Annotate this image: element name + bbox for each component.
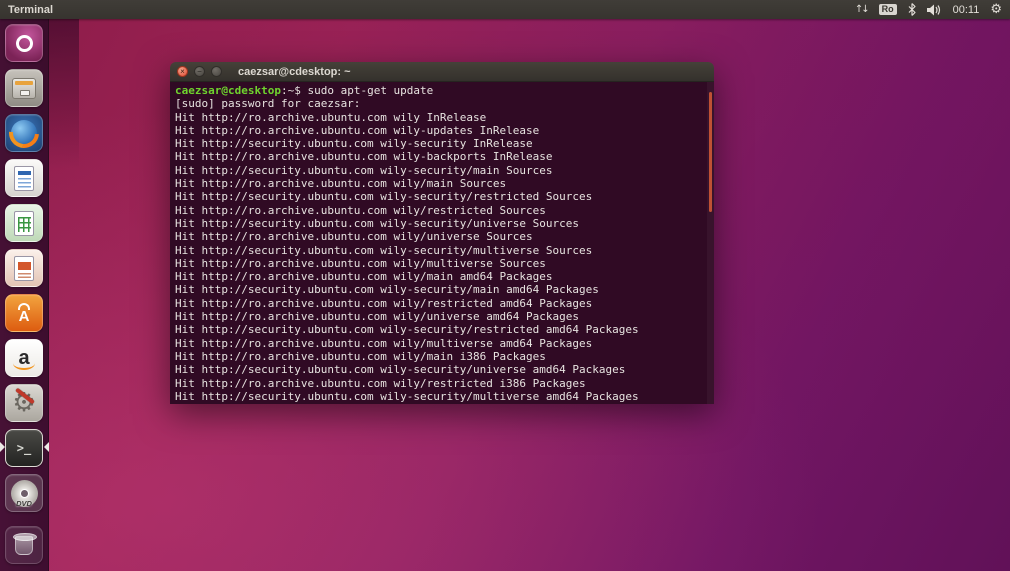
- close-button[interactable]: ×: [177, 66, 188, 77]
- maximize-button[interactable]: [211, 66, 222, 77]
- terminal-output-line: Hit http://security.ubuntu.com wily-secu…: [175, 190, 709, 203]
- terminal-body[interactable]: caezsar@cdesktop:~$ sudo apt-get update …: [170, 82, 714, 404]
- terminal-window: × − caezsar@cdesktop: ~ caezsar@cdesktop…: [170, 62, 714, 404]
- terminal-output-line: Hit http://ro.archive.ubuntu.com wily/ma…: [175, 177, 709, 190]
- terminal-icon: >_: [5, 429, 43, 467]
- focused-indicator-arrow: [44, 442, 49, 452]
- terminal-output-line: Hit http://security.ubuntu.com wily-secu…: [175, 164, 709, 177]
- launcher-item-libreoffice-impress[interactable]: [0, 248, 49, 288]
- launcher-item-system-settings[interactable]: ⚙: [0, 383, 49, 423]
- terminal-output-line: Hit http://security.ubuntu.com wily-secu…: [175, 363, 709, 376]
- system-tray: ↑↓ Ro 00:11 ⚙: [855, 3, 1002, 16]
- unity-launcher: A a ⚙ >_ DVD: [0, 19, 49, 571]
- clock[interactable]: 00:11: [953, 4, 980, 16]
- terminal-output-line: Hit http://ro.archive.ubuntu.com wily/un…: [175, 310, 709, 323]
- wallpaper-facet: [49, 19, 79, 169]
- terminal-output-line: Hit http://security.ubuntu.com wily-secu…: [175, 137, 709, 150]
- system-settings-icon: ⚙: [5, 384, 43, 422]
- launcher-item-libreoffice-calc[interactable]: [0, 203, 49, 243]
- launcher-item-dvd[interactable]: DVD: [0, 473, 49, 513]
- firefox-icon: [5, 114, 43, 152]
- terminal-scrollbar[interactable]: [707, 82, 714, 404]
- running-indicator-arrow: [0, 442, 5, 452]
- terminal-output-line: Hit http://ro.archive.ubuntu.com wily/ma…: [175, 270, 709, 283]
- minimize-button[interactable]: −: [194, 66, 205, 77]
- launcher-item-software-center[interactable]: A: [0, 293, 49, 333]
- volume-icon[interactable]: [927, 4, 942, 16]
- terminal-output-line: Hit http://ro.archive.ubuntu.com wily In…: [175, 111, 709, 124]
- terminal-output-line: Hit http://ro.archive.ubuntu.com wily/mu…: [175, 337, 709, 350]
- sudo-password-line: [sudo] password for caezsar:: [175, 97, 709, 110]
- command-text: sudo apt-get update: [307, 84, 433, 97]
- terminal-output-line: Hit http://security.ubuntu.com wily-secu…: [175, 390, 709, 403]
- ubuntu-dash-icon: [5, 24, 43, 62]
- window-title-bar[interactable]: × − caezsar@cdesktop: ~: [170, 62, 714, 82]
- terminal-output-line: Hit http://ro.archive.ubuntu.com wily/ma…: [175, 350, 709, 363]
- top-menu-bar: Terminal ↑↓ Ro 00:11 ⚙: [0, 0, 1010, 19]
- terminal-output-line: Hit http://ro.archive.ubuntu.com wily/mu…: [175, 257, 709, 270]
- terminal-output-line: Hit http://ro.archive.ubuntu.com wily/un…: [175, 230, 709, 243]
- amazon-icon: a: [5, 339, 43, 377]
- ubuntu-software-center-icon: A: [5, 294, 43, 332]
- terminal-output-line: Hit http://security.ubuntu.com wily-secu…: [175, 323, 709, 336]
- terminal-output-line: Hit http://ro.archive.ubuntu.com wily/re…: [175, 377, 709, 390]
- libreoffice-calc-icon: [5, 204, 43, 242]
- terminal-output-line: Hit http://security.ubuntu.com wily-secu…: [175, 283, 709, 296]
- window-title: caezsar@cdesktop: ~: [238, 66, 351, 78]
- desktop: Terminal ↑↓ Ro 00:11 ⚙: [0, 0, 1010, 571]
- scrollbar-thumb[interactable]: [709, 92, 712, 212]
- launcher-item-terminal[interactable]: >_: [0, 428, 49, 468]
- terminal-output-line: Hit http://ro.archive.ubuntu.com wily/re…: [175, 297, 709, 310]
- launcher-item-libreoffice-writer[interactable]: [0, 158, 49, 198]
- terminal-output-line: Hit http://security.ubuntu.com wily-secu…: [175, 217, 709, 230]
- session-menu-gear-icon[interactable]: ⚙: [990, 3, 1002, 16]
- prompt-user-host: caezsar@cdesktop: [175, 84, 281, 97]
- launcher-item-amazon[interactable]: a: [0, 338, 49, 378]
- dvd-icon: DVD: [5, 474, 43, 512]
- launcher-item-trash[interactable]: [0, 525, 49, 565]
- active-app-name: Terminal: [8, 4, 53, 16]
- terminal-prompt-line: caezsar@cdesktop:~$ sudo apt-get update: [175, 84, 709, 97]
- terminal-output-line: Hit http://ro.archive.ubuntu.com wily-up…: [175, 124, 709, 137]
- bluetooth-icon[interactable]: [908, 3, 916, 16]
- terminal-output: Hit http://ro.archive.ubuntu.com wily In…: [175, 111, 709, 404]
- launcher-item-files[interactable]: [0, 68, 49, 108]
- libreoffice-impress-icon: [5, 249, 43, 287]
- terminal-output-line: Hit http://ro.archive.ubuntu.com wily-ba…: [175, 150, 709, 163]
- launcher-item-dash[interactable]: [0, 23, 49, 63]
- network-indicator-icon[interactable]: ↑↓: [855, 4, 868, 15]
- launcher-item-firefox[interactable]: [0, 113, 49, 153]
- files-icon: [5, 69, 43, 107]
- libreoffice-writer-icon: [5, 159, 43, 197]
- trash-icon: [5, 526, 43, 564]
- prompt-suffix: :~$: [281, 84, 308, 97]
- terminal-output-line: Hit http://security.ubuntu.com wily-secu…: [175, 244, 709, 257]
- keyboard-layout-indicator[interactable]: Ro: [879, 4, 897, 15]
- terminal-output-line: Hit http://ro.archive.ubuntu.com wily/re…: [175, 204, 709, 217]
